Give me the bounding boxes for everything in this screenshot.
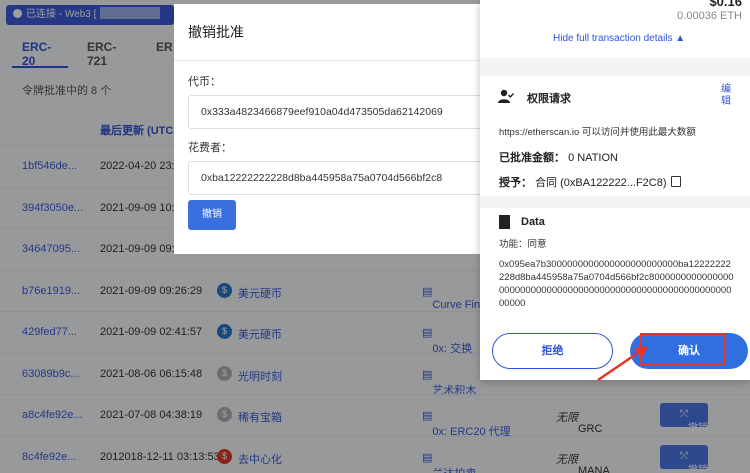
grant-row: 授予： 合同 (0xBA122222...F2C8): [499, 174, 681, 190]
fiat-amount: $0.16: [709, 0, 742, 9]
grant-label: 授予：: [499, 177, 532, 189]
edit-link[interactable]: 编辑: [721, 84, 731, 108]
approved-amount: 已批准金额： 0 NATION: [499, 149, 618, 165]
arrow-annotation-icon: [597, 346, 648, 382]
token-field[interactable]: 0x333a4823466879eef910a04d473505da621420…: [188, 95, 494, 129]
user-check-icon: [498, 89, 514, 103]
permission-description: https://etherscan.io 可以访问并使用此最大数额: [499, 127, 696, 138]
grant-value: 合同 (0xBA122222...F2C8): [535, 177, 667, 189]
approved-label: 已批准金额：: [499, 152, 565, 164]
copy-icon[interactable]: [670, 176, 681, 187]
approved-value: 0 NATION: [568, 152, 618, 164]
section-gap-2: [480, 196, 750, 208]
section-gap: [480, 58, 750, 76]
data-title: Data: [521, 216, 545, 228]
spender-field[interactable]: 0xba12222222228d8ba445958a75a0704d566bf2…: [188, 161, 494, 195]
chevron-up-icon: ▲: [675, 33, 686, 44]
hex-data: 0x095ea7b3000000000000000000000000ba1222…: [499, 259, 734, 309]
permission-title: 权限请求: [527, 93, 571, 105]
eth-amount: 0.00036 ETH: [677, 10, 742, 22]
wallet-popup: $0.16 0.00036 ETH Hide full transaction …: [480, 0, 750, 380]
revoke-modal: 撤销批准 代币： 0x333a4823466879eef910a04d47350…: [174, 4, 504, 254]
revoke-button[interactable]: 撤销: [188, 200, 236, 230]
file-icon: [499, 215, 510, 229]
modal-title: 撤销批准: [188, 24, 244, 40]
token-label: 代币：: [188, 76, 221, 88]
hide-details-link[interactable]: Hide full transaction details ▲: [553, 33, 685, 44]
modal-divider: [174, 60, 504, 61]
function-label: 功能：同意: [499, 239, 547, 250]
spender-label: 花费者：: [188, 142, 232, 154]
hide-details-label: Hide full transaction details: [553, 33, 673, 44]
